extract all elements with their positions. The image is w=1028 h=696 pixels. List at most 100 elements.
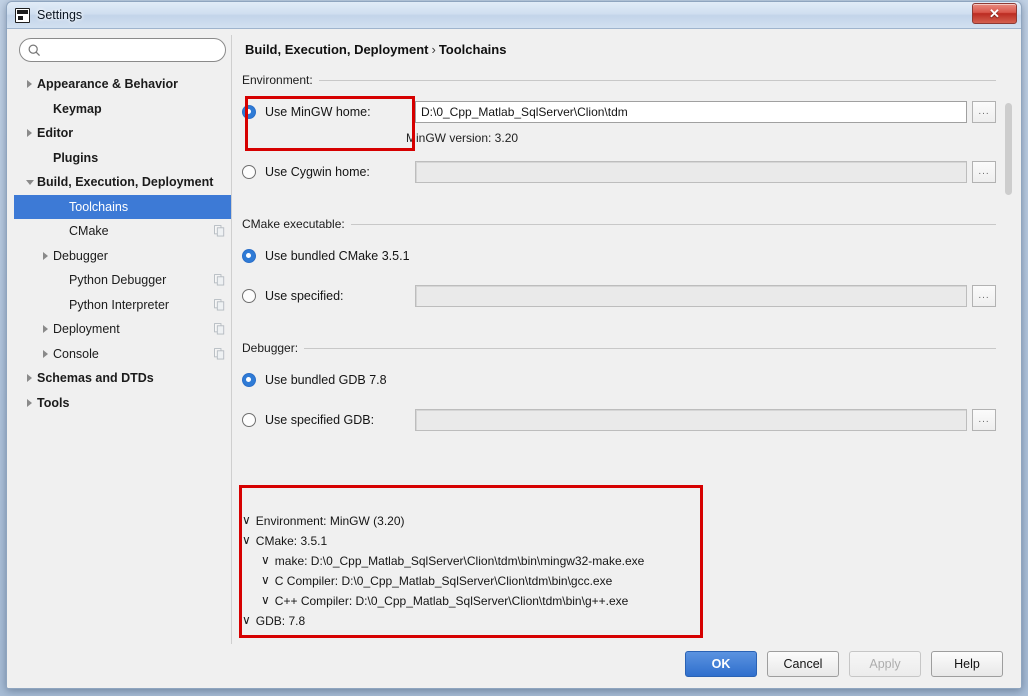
sidebar-item-tools[interactable]: Tools [14, 391, 231, 416]
search-box[interactable] [19, 38, 226, 62]
sidebar-item-label: Deployment [53, 322, 120, 337]
sidebar-item-console[interactable]: Console [14, 342, 231, 367]
tree-arrow-cell[interactable] [38, 349, 53, 358]
sidebar-item-schemas-and-dtds[interactable]: Schemas and DTDs [14, 366, 231, 391]
debugger-section-label: Debugger: [242, 341, 299, 355]
use-bundled-cmake-row[interactable]: Use bundled CMake 3.5.1 [242, 245, 996, 267]
debugger-section-header: Debugger: [242, 341, 996, 355]
tree-arrow-cell[interactable] [22, 129, 37, 138]
sidebar-item-label: CMake [69, 224, 109, 239]
cygwin-home-browse-button[interactable]: ... [972, 161, 996, 183]
tree-arrow-cell[interactable] [22, 80, 37, 89]
help-button[interactable]: Help [931, 651, 1003, 677]
environment-section-label: Environment: [242, 73, 313, 87]
sidebar-item-label: Tools [37, 395, 70, 410]
ok-button[interactable]: OK [685, 651, 757, 677]
sidebar-item-debugger[interactable]: Debugger [14, 244, 231, 269]
sidebar-item-python-interpreter[interactable]: Python Interpreter [14, 293, 231, 318]
settings-detail-pane: Build, Execution, Deployment › Toolchains … [232, 35, 1014, 644]
sidebar-item-label: Debugger [53, 248, 108, 263]
copy-icon [214, 274, 225, 286]
settings-sidebar: Appearance & Behavior Keymap Editor Plugins… [14, 35, 232, 644]
tree-arrow-cell[interactable] [38, 251, 53, 260]
tree-arrow-cell[interactable] [22, 179, 37, 185]
check-icon: ∨ [242, 533, 251, 547]
cmake-browse-button[interactable]: ... [972, 285, 996, 307]
sidebar-item-plugins[interactable]: Plugins [14, 146, 231, 171]
sidebar-item-label: Plugins [53, 150, 99, 165]
summary-line: ∨ make: D:\0_Cpp_Matlab_SqlServer\Clion\t… [242, 553, 996, 568]
sidebar-item-label: Build, Execution, Deployment [37, 175, 214, 190]
use-specified-cmake-label: Use specified: [265, 289, 344, 303]
use-cygwin-home-label: Use Cygwin home: [265, 165, 370, 179]
tree-arrow-cell[interactable] [22, 398, 37, 407]
chevron-right-icon [27, 80, 32, 89]
mingw-home-path-input[interactable]: D:\0_Cpp_Matlab_SqlServer\Clion\tdm [415, 101, 967, 123]
breadcrumb: Build, Execution, Deployment › Toolchains [242, 35, 1014, 73]
use-bundled-cmake-label: Use bundled CMake 3.5.1 [265, 249, 410, 263]
summary-line-text: GDB: 7.8 [255, 614, 306, 628]
window-title: Settings [37, 8, 83, 22]
use-mingw-home-radio[interactable] [242, 105, 256, 119]
settings-scrollbar[interactable] [1004, 103, 1013, 640]
section-divider [318, 79, 996, 81]
use-cygwin-home-row[interactable]: Use Cygwin home: ... [242, 161, 996, 183]
environment-section-header: Environment: [242, 73, 996, 87]
breadcrumb-parent[interactable]: Build, Execution, Deployment [245, 42, 428, 57]
summary-line-text: C Compiler: D:\0_Cpp_Matlab_SqlServer\Cl… [274, 574, 613, 588]
use-bundled-gdb-row[interactable]: Use bundled GDB 7.8 [242, 369, 996, 391]
title-bar: Settings ✕ [7, 2, 1021, 29]
use-specified-cmake-row[interactable]: Use specified: ... [242, 285, 996, 307]
use-specified-gdb-radio[interactable] [242, 413, 256, 427]
tree-arrow-cell[interactable] [22, 374, 37, 383]
use-cygwin-home-radio[interactable] [242, 165, 256, 179]
copy-icon [214, 298, 225, 310]
gdb-path-input[interactable] [415, 409, 967, 431]
gdb-browse-button[interactable]: ... [972, 409, 996, 431]
check-icon: ∨ [261, 593, 270, 607]
sidebar-item-cmake[interactable]: CMake [14, 219, 231, 244]
search-icon [28, 44, 41, 57]
use-specified-gdb-label: Use specified GDB: [265, 413, 375, 427]
sidebar-item-build-execution-deployment[interactable]: Build, Execution, Deployment [14, 170, 231, 195]
use-bundled-cmake-radio[interactable] [242, 249, 256, 263]
use-specified-gdb-row[interactable]: Use specified GDB: ... [242, 409, 996, 431]
breadcrumb-separator-icon: › [431, 42, 436, 57]
chevron-right-icon [27, 398, 32, 407]
sidebar-item-editor[interactable]: Editor [14, 121, 231, 146]
sidebar-item-label: Appearance & Behavior [37, 77, 179, 92]
chevron-right-icon [43, 251, 48, 260]
summary-line-text: CMake: 3.5.1 [255, 534, 328, 548]
copy-icon [214, 347, 225, 359]
copy-icon [214, 225, 225, 237]
dialog-body: Appearance & Behavior Keymap Editor Plugins… [7, 29, 1021, 688]
cmake-path-input[interactable] [415, 285, 967, 307]
chevron-right-icon [27, 129, 32, 138]
sidebar-item-appearance-behavior[interactable]: Appearance & Behavior [14, 72, 231, 97]
sidebar-item-deployment[interactable]: Deployment [14, 317, 231, 342]
sidebar-item-toolchains[interactable]: Toolchains [14, 194, 231, 219]
sidebar-item-label: Python Interpreter [69, 297, 170, 312]
use-specified-cmake-radio[interactable] [242, 289, 256, 303]
sidebar-item-python-debugger[interactable]: Python Debugger [14, 268, 231, 293]
use-bundled-gdb-radio[interactable] [242, 373, 256, 387]
sidebar-item-keymap[interactable]: Keymap [14, 97, 231, 122]
summary-line-text: make: D:\0_Cpp_Matlab_SqlServer\Clion\td… [274, 554, 645, 568]
sidebar-item-label: Keymap [53, 101, 102, 116]
mingw-home-browse-button[interactable]: ... [972, 101, 996, 123]
cygwin-home-path-input[interactable] [415, 161, 967, 183]
settings-form: Environment: Use MinGW home: D:\0_Cpp_Ma… [242, 73, 1014, 644]
close-icon: ✕ [989, 6, 1000, 21]
summary-line: ∨ C++ Compiler: D:\0_Cpp_Matlab_SqlServer… [242, 593, 996, 608]
settings-window: Settings ✕ Appearance & Behavior Keymap … [6, 1, 1022, 689]
settings-tree: Appearance & Behavior Keymap Editor Plugins… [14, 70, 231, 644]
summary-line: ∨ CMake: 3.5.1 [242, 533, 996, 548]
search-input[interactable] [44, 42, 209, 58]
tree-arrow-cell[interactable] [38, 325, 53, 334]
dialog-footer: OK Cancel Apply Help [7, 644, 1021, 688]
summary-line-text: C++ Compiler: D:\0_Cpp_Matlab_SqlServer\… [274, 594, 629, 608]
use-mingw-home-row[interactable]: Use MinGW home: D:\0_Cpp_Matlab_SqlServe… [242, 101, 996, 123]
close-button[interactable]: ✕ [972, 3, 1017, 24]
scrollbar-thumb[interactable] [1005, 103, 1012, 195]
cancel-button[interactable]: Cancel [767, 651, 839, 677]
